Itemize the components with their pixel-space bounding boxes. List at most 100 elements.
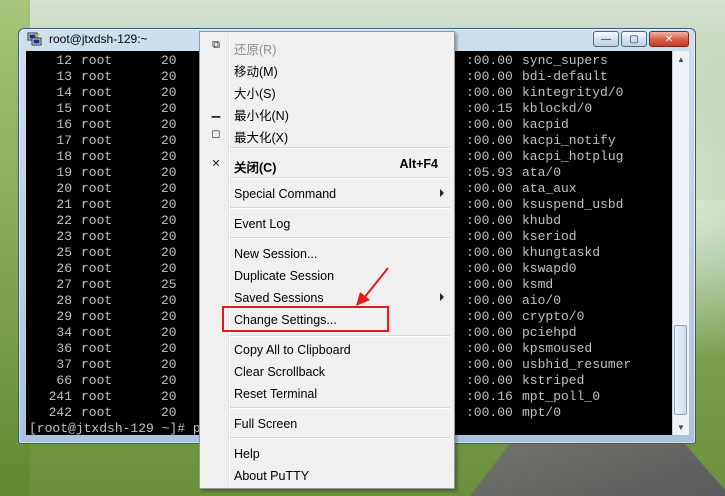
terminal-cell-user: root xyxy=(81,53,113,68)
minimize-icon: ▁ xyxy=(211,105,221,118)
terminal-cell-pid: 66 xyxy=(56,373,72,388)
terminal-cell-pid: 14 xyxy=(56,85,72,100)
menu-item-special-command[interactable]: Special Command xyxy=(202,183,452,205)
menu-item-maximize[interactable]: ◻ 最大化(X) xyxy=(202,123,452,146)
terminal-cell-time: :00.00 xyxy=(466,245,513,260)
close-icon: ✕ xyxy=(211,157,221,170)
terminal-cell-time: :00.16 xyxy=(466,389,513,404)
terminal-cell-user: root xyxy=(81,69,113,84)
change-settings-highlight xyxy=(222,306,389,332)
terminal-cell-pid: 21 xyxy=(56,197,72,212)
terminal-cell-cmd: ksuspend_usbd xyxy=(522,197,624,212)
terminal-cell-time: :00.00 xyxy=(466,213,513,228)
scrollbar-thumb[interactable] xyxy=(674,325,687,415)
terminal-cell-pr: 20 xyxy=(161,325,177,340)
menu-item-new-session[interactable]: New Session... xyxy=(202,243,452,265)
terminal-cell-user: root xyxy=(81,373,113,388)
terminal-cell-pr: 20 xyxy=(161,405,177,420)
terminal-cell-pid: 34 xyxy=(56,325,72,340)
red-arrow-icon xyxy=(356,267,389,306)
vertical-scrollbar[interactable]: ▲ ▼ xyxy=(672,51,689,435)
maximize-button[interactable]: ▢ xyxy=(621,31,647,47)
menu-separator xyxy=(230,237,450,239)
terminal-cell-pid: 27 xyxy=(56,277,72,292)
system-context-menu: ⧉ 还原(R) 移动(M) 大小(S) ▁ 最小化(N) ◻ 最大化(X) ✕ … xyxy=(199,31,455,489)
terminal-cell-pr: 20 xyxy=(161,309,177,324)
terminal-cell-pr: 20 xyxy=(161,69,177,84)
terminal-cell-time: :00.00 xyxy=(466,133,513,148)
menu-item-about[interactable]: About PuTTY xyxy=(202,465,452,487)
menu-item-label: Clear Scrollback xyxy=(234,365,326,379)
menu-item-size[interactable]: 大小(S) xyxy=(202,79,452,101)
terminal-cell-user: root xyxy=(81,181,113,196)
terminal-cell-pr: 20 xyxy=(161,229,177,244)
terminal-cell-pid: 20 xyxy=(56,181,72,196)
terminal-cell-pr: 25 xyxy=(161,277,177,292)
terminal-cell-time: :00.00 xyxy=(466,341,513,356)
menu-item-label: 关闭(C) xyxy=(234,161,277,175)
scroll-up-arrow-icon[interactable]: ▲ xyxy=(673,51,689,67)
terminal-cell-pr: 20 xyxy=(161,53,177,68)
terminal-cell-pr: 20 xyxy=(161,245,177,260)
scroll-down-arrow-icon[interactable]: ▼ xyxy=(673,419,689,435)
menu-item-restore[interactable]: ⧉ 还原(R) xyxy=(202,35,452,58)
menu-item-label: 还原(R) xyxy=(234,43,277,57)
terminal-cell-cmd: ksmd xyxy=(522,277,554,292)
terminal-cell-pr: 20 xyxy=(161,133,177,148)
terminal-cell-pr: 20 xyxy=(161,341,177,356)
terminal-cell-cmd: kswapd0 xyxy=(522,261,577,276)
menu-item-clear-scrollback[interactable]: Clear Scrollback xyxy=(202,361,452,383)
menu-item-label: About PuTTY xyxy=(234,469,310,483)
terminal-cell-cmd: khubd xyxy=(522,213,562,228)
terminal-cell-pid: 26 xyxy=(56,261,72,276)
terminal-cell-cmd: kstriped xyxy=(522,373,585,388)
window-controls: — ▢ ✕ xyxy=(593,31,689,47)
close-button[interactable]: ✕ xyxy=(649,31,689,47)
menu-separator xyxy=(230,207,450,209)
terminal-cell-pr: 20 xyxy=(161,389,177,404)
terminal-cell-cmd: kacpid xyxy=(522,117,569,132)
menu-separator xyxy=(230,335,450,337)
terminal-cell-pid: 241 xyxy=(48,389,72,404)
terminal-cell-user: root xyxy=(81,341,113,356)
putty-app-icon[interactable] xyxy=(27,32,43,47)
menu-item-duplicate-session[interactable]: Duplicate Session xyxy=(202,265,452,287)
menu-item-minimize[interactable]: ▁ 最小化(N) xyxy=(202,101,452,124)
terminal-cell-user: root xyxy=(81,101,113,116)
menu-item-event-log[interactable]: Event Log xyxy=(202,213,452,235)
terminal-cell-user: root xyxy=(81,357,113,372)
menu-separator xyxy=(230,437,450,439)
close-shortcut: Alt+F4 xyxy=(399,157,438,171)
terminal-cell-pid: 28 xyxy=(56,293,72,308)
menu-item-full-screen[interactable]: Full Screen xyxy=(202,413,452,435)
menu-separator xyxy=(230,407,450,409)
terminal-cell-pr: 20 xyxy=(161,101,177,116)
terminal-cell-cmd: khungtaskd xyxy=(522,245,601,260)
terminal-cell-pr: 20 xyxy=(161,165,177,180)
terminal-cell-cmd: kacpi_notify xyxy=(522,133,616,148)
terminal-cell-time: :00.00 xyxy=(466,149,513,164)
terminal-prompt: [root@jtxdsh-129 ~]# p xyxy=(29,421,201,435)
menu-item-reset-terminal[interactable]: Reset Terminal xyxy=(202,383,452,405)
menu-item-help[interactable]: Help xyxy=(202,443,452,465)
menu-item-label: 最大化(X) xyxy=(234,131,289,145)
terminal-cell-pr: 20 xyxy=(161,149,177,164)
terminal-cell-user: root xyxy=(81,389,113,404)
terminal-cell-user: root xyxy=(81,405,113,420)
terminal-cell-pr: 20 xyxy=(161,213,177,228)
terminal-cell-user: root xyxy=(81,149,113,164)
terminal-cell-pr: 20 xyxy=(161,261,177,276)
terminal-cell-time: :00.00 xyxy=(466,69,513,84)
menu-separator xyxy=(230,177,450,179)
menu-item-move[interactable]: 移动(M) xyxy=(202,57,452,79)
terminal-cell-user: root xyxy=(81,229,113,244)
terminal-cell-pid: 15 xyxy=(56,101,72,116)
terminal-cell-time: :00.00 xyxy=(466,261,513,276)
menu-item-close[interactable]: ✕ 关闭(C) Alt+F4 xyxy=(202,153,452,175)
terminal-cell-pr: 20 xyxy=(161,373,177,388)
menu-item-label: Reset Terminal xyxy=(234,387,318,401)
maximize-icon: ◻ xyxy=(211,127,221,140)
window-title: root@jtxdsh-129:~ xyxy=(49,32,148,46)
minimize-button[interactable]: — xyxy=(593,31,619,47)
menu-item-copy-all[interactable]: Copy All to Clipboard xyxy=(202,339,452,361)
